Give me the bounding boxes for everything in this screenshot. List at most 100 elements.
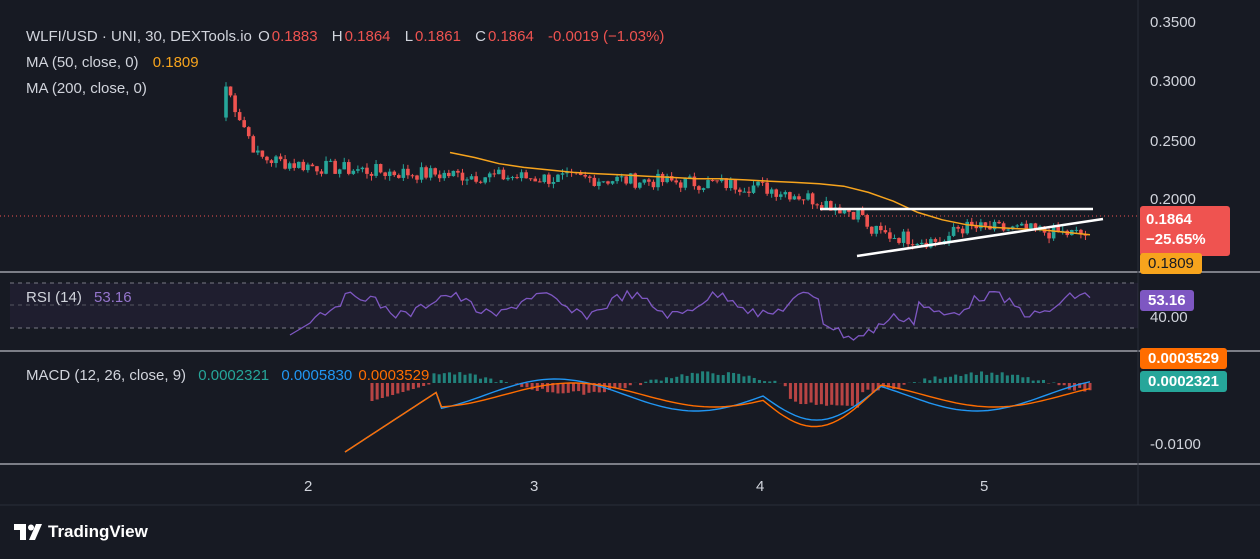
candle-body: [756, 181, 760, 186]
candle-body: [806, 193, 810, 200]
macd-histogram-bar: [628, 383, 632, 386]
macd-histogram-bar: [742, 376, 746, 383]
candle-body: [874, 225, 879, 234]
macd-histogram-bar: [985, 374, 989, 383]
candle-body: [324, 160, 328, 174]
macd-histogram-bar: [783, 383, 787, 387]
candle-body: [292, 163, 297, 168]
macd-histogram-bar: [695, 373, 699, 383]
candle-body: [683, 177, 688, 188]
macd-histogram-bar: [726, 372, 730, 383]
macd-histogram-bar: [938, 378, 942, 383]
candle-body: [815, 204, 819, 206]
candle-body: [788, 192, 792, 200]
candle-body: [674, 180, 678, 183]
macd-histogram-bar: [716, 374, 720, 383]
candle-body: [701, 188, 706, 190]
macd-histogram-bar: [453, 374, 457, 383]
macd-histogram-bar: [504, 382, 508, 383]
candle-body: [374, 164, 378, 176]
candle-body: [879, 225, 883, 231]
macd-histogram-bar: [799, 383, 803, 405]
candle-body: [560, 173, 565, 175]
candle-body: [601, 181, 606, 183]
macd-histogram-bar: [1073, 383, 1077, 391]
macd-histogram-bar: [928, 380, 932, 383]
ma200-legend: MA (200, close, 0): [26, 80, 149, 97]
candle-body: [801, 199, 806, 201]
candle-body: [697, 186, 701, 190]
macd-histogram-bar: [830, 383, 834, 405]
last-price-badge: 0.1864 −25.65%: [1140, 206, 1230, 256]
candle-body: [492, 173, 497, 175]
macd-histogram-bar: [639, 383, 643, 386]
ma-price-badge: 0.1809: [1140, 253, 1202, 274]
chart-canvas[interactable]: [0, 0, 1260, 559]
macd-histogram-bar: [561, 383, 565, 394]
candle-body: [747, 191, 751, 193]
macd-histogram-bar: [515, 383, 519, 384]
macd-histogram-bar: [1036, 380, 1040, 383]
close-label: C: [475, 28, 486, 45]
time-tick: 5: [980, 478, 989, 495]
candle-body: [547, 174, 551, 184]
candle-body: [246, 127, 251, 137]
chart[interactable]: WLFI/USD · UNI, 30, DEXTools.io O 0.1883 …: [0, 0, 1260, 559]
macd-histogram-bar: [747, 375, 751, 383]
macd-histogram-bar: [385, 383, 389, 397]
macd-histogram-bar: [954, 374, 958, 383]
candle-body: [883, 230, 888, 233]
candle-body: [224, 86, 228, 118]
candle-body: [738, 189, 742, 192]
candle-body: [792, 196, 797, 200]
candle-body: [328, 160, 333, 162]
candle-body: [387, 171, 392, 176]
macd-histogram-bar: [959, 375, 963, 383]
candle-body: [519, 172, 524, 179]
candle-body: [678, 182, 683, 188]
macd-histogram-bar: [845, 383, 849, 406]
candle-body: [274, 156, 278, 164]
candle-body: [383, 172, 387, 176]
candle-body: [237, 112, 242, 121]
candle-body: [342, 162, 347, 170]
candle-body: [419, 167, 424, 180]
candle-body: [933, 239, 938, 242]
rsi-value: 53.16: [94, 289, 132, 306]
macd-histogram-bar: [1042, 379, 1046, 383]
macd-histogram-bar: [1062, 383, 1066, 386]
candle-body: [892, 238, 897, 240]
last-change-value: −25.65%: [1146, 231, 1206, 248]
candle-body: [897, 238, 901, 243]
macd-histogram-bar: [1016, 374, 1020, 383]
open-label: O: [258, 28, 270, 45]
candle-body: [437, 174, 442, 179]
candle-body: [751, 185, 756, 193]
macd-signal-badge: 0.0003529: [1140, 348, 1227, 369]
candle-body: [265, 156, 269, 161]
symbol-title: WLFI/USD · UNI, 30, DEXTools.io: [26, 28, 252, 45]
candle-body: [474, 176, 478, 182]
macd-histogram-bar: [582, 383, 586, 395]
candle-body: [769, 189, 774, 194]
macd-histogram-bar: [644, 381, 648, 383]
macd-histogram-bar: [933, 376, 937, 383]
candle-body: [278, 156, 283, 160]
candle-body: [647, 179, 651, 182]
price-tick: 0.2500: [1150, 133, 1196, 150]
candle-body: [501, 169, 506, 180]
macd-histogram-bar: [556, 383, 560, 394]
macd-histogram-bar: [442, 373, 446, 383]
macd-histogram-bar: [974, 374, 978, 383]
brand[interactable]: TradingView: [14, 522, 148, 542]
candle-body: [965, 221, 970, 234]
candle-body: [406, 168, 410, 176]
candle-body: [296, 161, 301, 168]
macd-histogram-bar: [670, 378, 674, 383]
macd-histogram-bar: [861, 383, 865, 393]
macd-signal-line: [344, 382, 1091, 453]
candle-body: [778, 194, 783, 197]
macd-histogram-bar: [814, 383, 818, 405]
candle-body: [551, 181, 556, 184]
macd-legend: MACD (12, 26, close, 9) 0.0002321 0.0005…: [26, 367, 431, 384]
